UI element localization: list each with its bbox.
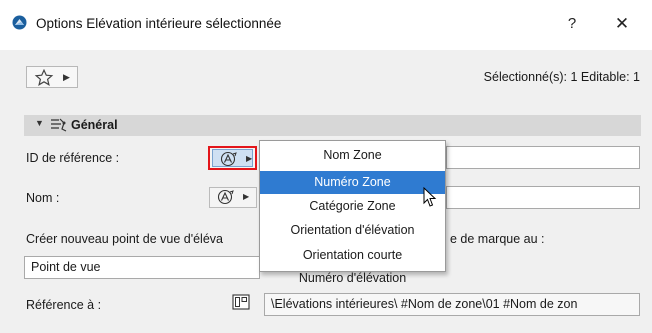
name-field[interactable] [446, 186, 640, 209]
window-title: Options Elévation intérieure sélectionné… [36, 16, 282, 31]
chevron-right-icon: ▶ [63, 72, 70, 82]
favorites-button[interactable]: ▶ [26, 66, 78, 88]
name-type-button[interactable]: ▶ [209, 187, 257, 208]
auto-text-icon [220, 151, 237, 167]
help-button[interactable]: ? [557, 10, 587, 38]
mouse-cursor-icon [423, 186, 437, 211]
reference-id-type-button[interactable]: ▶ [208, 146, 257, 170]
reference-to-value: \Elévations intérieures\ #Nom de zone\01… [271, 297, 578, 311]
reference-to-path: \Elévations intérieures\ #Nom de zone\01… [264, 293, 640, 316]
reference-type-menu: Nom Zone Numéro Zone Catégorie Zone Orie… [259, 140, 446, 285]
viewpoint-value: Point de vue [31, 260, 101, 274]
close-button[interactable]: ✕ [605, 10, 639, 38]
menu-item-nom-zone[interactable]: Nom Zone [260, 144, 445, 167]
name-label: Nom : [26, 191, 60, 205]
reference-id-field[interactable] [446, 146, 640, 169]
layout-icon[interactable] [232, 294, 250, 313]
create-viewpoint-label: Créer nouveau point de vue d'éléva [26, 232, 223, 246]
star-icon [34, 69, 54, 86]
menu-item-numero-zone[interactable]: Numéro Zone [260, 171, 445, 194]
menu-item-numero-elevation[interactable]: Numéro d'élévation [260, 267, 445, 285]
chevron-right-icon: ▶ [246, 154, 253, 163]
reference-id-label: ID de référence : [26, 151, 120, 165]
panel-title: Général [71, 118, 118, 132]
reference-to-label: Référence à : [26, 298, 102, 312]
menu-item-orientation-courte[interactable]: Orientation courte [260, 244, 445, 267]
viewpoint-select[interactable]: Point de vue [24, 256, 260, 279]
menu-item-categorie-zone[interactable]: Catégorie Zone [260, 195, 445, 218]
general-settings-icon [50, 117, 68, 135]
chevron-right-icon: ▶ [243, 192, 250, 201]
marker-label-suffix: e de marque au : [450, 232, 545, 246]
selection-info: Sélectionné(s): 1 Editable: 1 [483, 70, 640, 84]
app-icon [12, 15, 27, 30]
collapse-arrow-icon[interactable]: ▼ [35, 118, 44, 128]
auto-text-icon [217, 189, 234, 205]
menu-item-orientation-elevation[interactable]: Orientation d'élévation [260, 219, 445, 242]
